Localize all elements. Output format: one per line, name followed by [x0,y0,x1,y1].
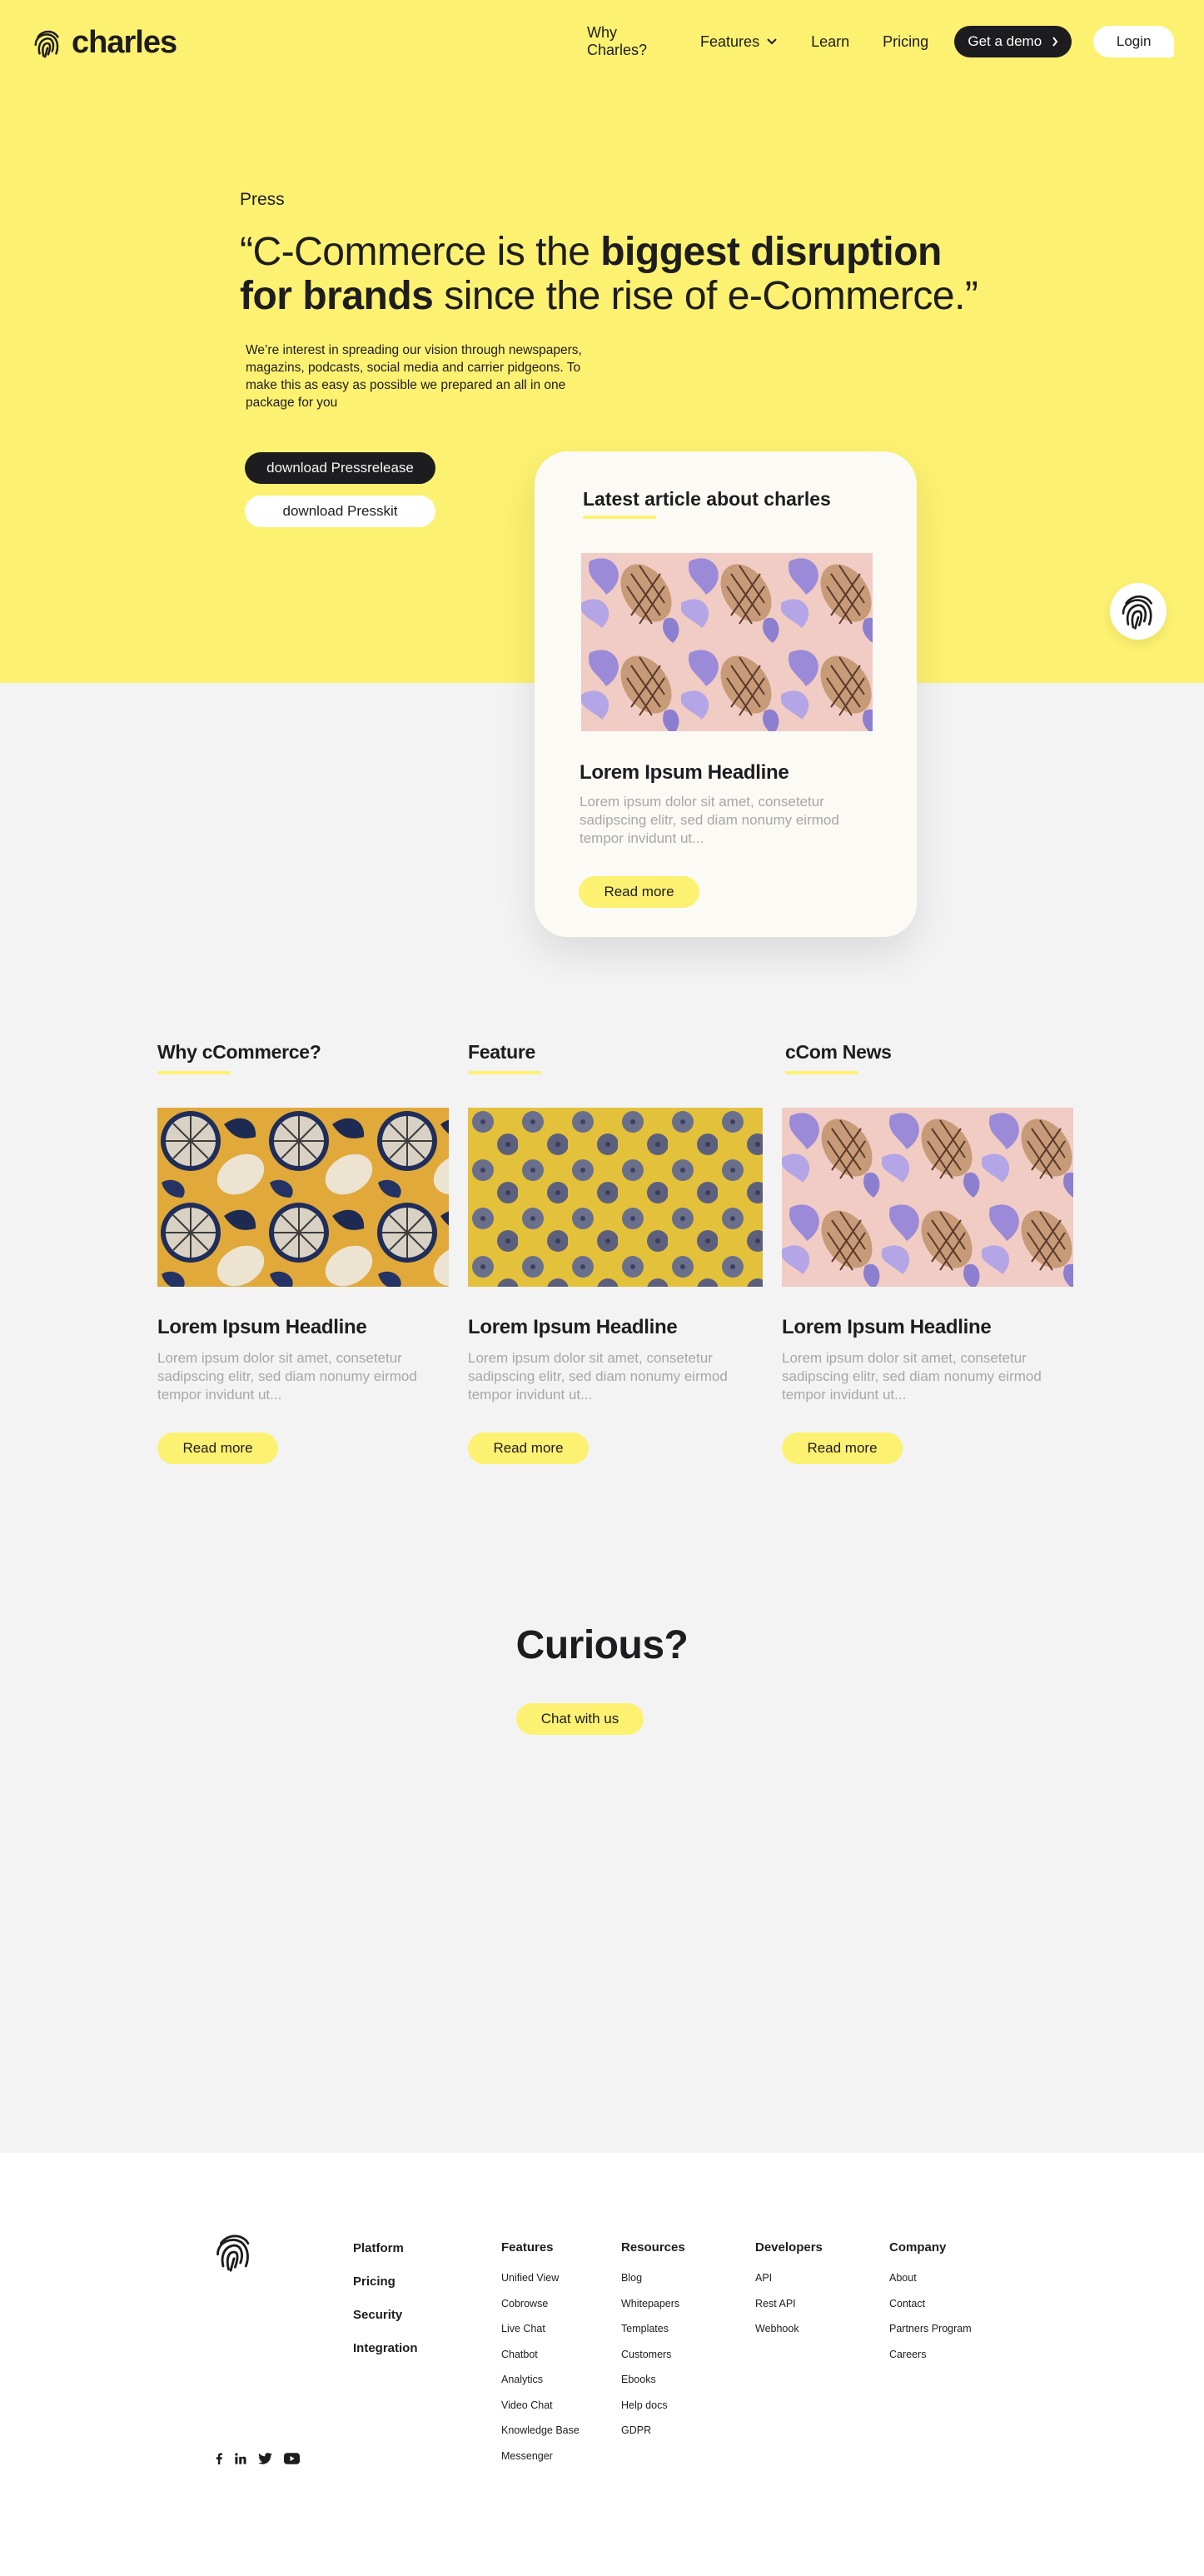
footer-link[interactable]: Chatbot [501,2348,580,2361]
footer-heading: Resources [621,2240,685,2255]
linkedin-icon[interactable] [235,2453,246,2464]
facebook-icon[interactable] [215,2453,223,2464]
footer-developers-column: Developers API Rest API Webhook [755,2240,823,2348]
featured-read-more-button[interactable]: Read more [579,876,699,908]
nav-features-label: Features [700,32,760,50]
footer-link[interactable]: Whitepapers [621,2297,685,2310]
footer [0,2153,1204,2576]
footer-link[interactable]: Help docs [621,2399,685,2412]
brand-logo[interactable]: charles [32,25,177,61]
footer-link[interactable]: Customers [621,2348,685,2361]
article-image[interactable] [468,1108,763,1287]
article-excerpt: Lorem ipsum dolor sit amet, consetetur s… [782,1350,1042,1403]
read-more-button[interactable]: Read more [468,1432,589,1464]
chevron-down-icon [767,38,777,45]
fingerprint-icon [216,2235,250,2272]
login-button[interactable]: Login [1093,26,1174,57]
chat-with-us-button[interactable]: Chat with us [516,1703,644,1735]
column-heading: cCom News [785,1041,892,1063]
social-links [215,2453,300,2464]
title-bold-2: for brands [240,274,434,318]
article-excerpt: Lorem ipsum dolor sit amet, consetetur s… [157,1350,417,1403]
footer-link[interactable]: Contact [889,2297,972,2310]
footer-link[interactable]: API [755,2271,823,2285]
footer-features-column: Features Unified View Cobrowse Live Chat… [501,2240,580,2474]
heading-underline [157,1071,231,1074]
press-description: We’re interest in spreading our vision t… [246,343,582,410]
fingerprint-icon [34,30,59,57]
article-headline[interactable]: Lorem Ipsum Headline [782,1316,992,1339]
footer-link[interactable]: Unified View [501,2271,580,2285]
nav-why-charles[interactable]: Why Charles? [587,24,674,59]
footer-link[interactable]: Webhook [755,2322,823,2335]
footer-link[interactable]: Blog [621,2271,685,2285]
footer-link[interactable]: Cobrowse [501,2297,580,2310]
footer-link[interactable]: Rest API [755,2297,823,2310]
column-heading: Why cCommerce? [157,1041,321,1063]
title-part-2: since the rise of e-Commerce.” [433,274,978,318]
article-image[interactable] [157,1108,449,1287]
footer-link[interactable]: Knowledge Base [501,2424,580,2437]
chevron-right-icon [1052,37,1058,47]
footer-link[interactable]: GDPR [621,2424,685,2437]
footer-link[interactable]: Partners Program [889,2322,972,2335]
footer-heading: Company [889,2240,947,2255]
footer-logo[interactable] [212,2230,256,2278]
title-part-1: “C-Commerce is the [240,230,601,274]
footer-link-platform[interactable]: Platform [353,2240,418,2257]
twitter-icon[interactable] [258,2453,272,2464]
footer-link[interactable]: Messenger [501,2449,580,2463]
youtube-icon[interactable] [284,2453,300,2464]
featured-excerpt: Lorem ipsum dolor sit amet, consetetur s… [580,794,839,846]
footer-link-security[interactable]: Security [353,2307,418,2324]
heading-underline [583,516,656,519]
curious-heading: Curious? [515,1623,689,1667]
article-image[interactable] [782,1108,1073,1287]
footer-company-column: Company About Contact Partners Program C… [889,2240,972,2373]
footer-link[interactable]: About [889,2271,972,2285]
column-heading: Feature [468,1041,535,1063]
nav-features[interactable]: Features [700,33,778,51]
nav-pricing[interactable]: Pricing [883,33,928,51]
article-headline[interactable]: Lorem Ipsum Headline [157,1316,367,1339]
title-bold-1: biggest disruption [600,230,942,274]
get-demo-label: Get a demo [968,33,1042,49]
footer-link[interactable]: Live Chat [501,2322,580,2335]
chat-launcher-button[interactable] [1110,583,1167,640]
read-more-button[interactable]: Read more [782,1432,903,1464]
featured-headline[interactable]: Lorem Ipsum Headline [580,761,789,785]
article-column-1: Why cCommerce? Lorem Ipsum Headline Lore… [157,1041,453,1474]
brand-name: charles [72,25,177,60]
footer-resources-column: Resources Blog Whitepapers Templates Cus… [621,2240,685,2449]
featured-image[interactable] [581,553,873,731]
get-demo-button[interactable]: Get a demo [954,26,1072,57]
featured-article-card: Latest article about charles Lorem Ipsum… [535,451,917,937]
footer-heading: Features [501,2240,554,2255]
footer-link[interactable]: Ebooks [621,2373,685,2386]
article-column-2: Feature Lorem Ipsum Headline Lorem ipsum… [468,1041,764,1474]
read-more-button[interactable]: Read more [157,1432,278,1464]
footer-link[interactable]: Templates [621,2322,685,2335]
footer-link[interactable]: Video Chat [501,2399,580,2412]
article-headline[interactable]: Lorem Ipsum Headline [468,1316,678,1339]
heading-underline [468,1071,541,1074]
footer-link-pricing[interactable]: Pricing [353,2274,418,2290]
download-pressrelease-button[interactable]: download Pressrelease [245,452,435,484]
press-title: “C-Commerce is the biggest disruption for… [240,230,1022,318]
footer-link[interactable]: Analytics [501,2373,580,2386]
download-presskit-button[interactable]: download Presskit [245,496,435,527]
article-column-3: cCom News Lorem Ipsum Headline Lorem ips… [782,1041,1077,1474]
press-eyebrow: Press [240,190,285,209]
nav-learn[interactable]: Learn [811,33,849,51]
featured-heading: Latest article about charles [583,488,831,510]
top-nav: Why Charles? Features Learn Pricing Get … [583,24,1174,59]
heading-underline [785,1071,858,1074]
footer-link[interactable]: Careers [889,2348,972,2361]
footer-heading: Developers [755,2240,823,2255]
footer-main-links: Platform Pricing Security Integration [353,2240,418,2374]
footer-link-integration[interactable]: Integration [353,2340,418,2357]
fingerprint-icon [1122,595,1152,630]
article-excerpt: Lorem ipsum dolor sit amet, consetetur s… [468,1350,728,1403]
